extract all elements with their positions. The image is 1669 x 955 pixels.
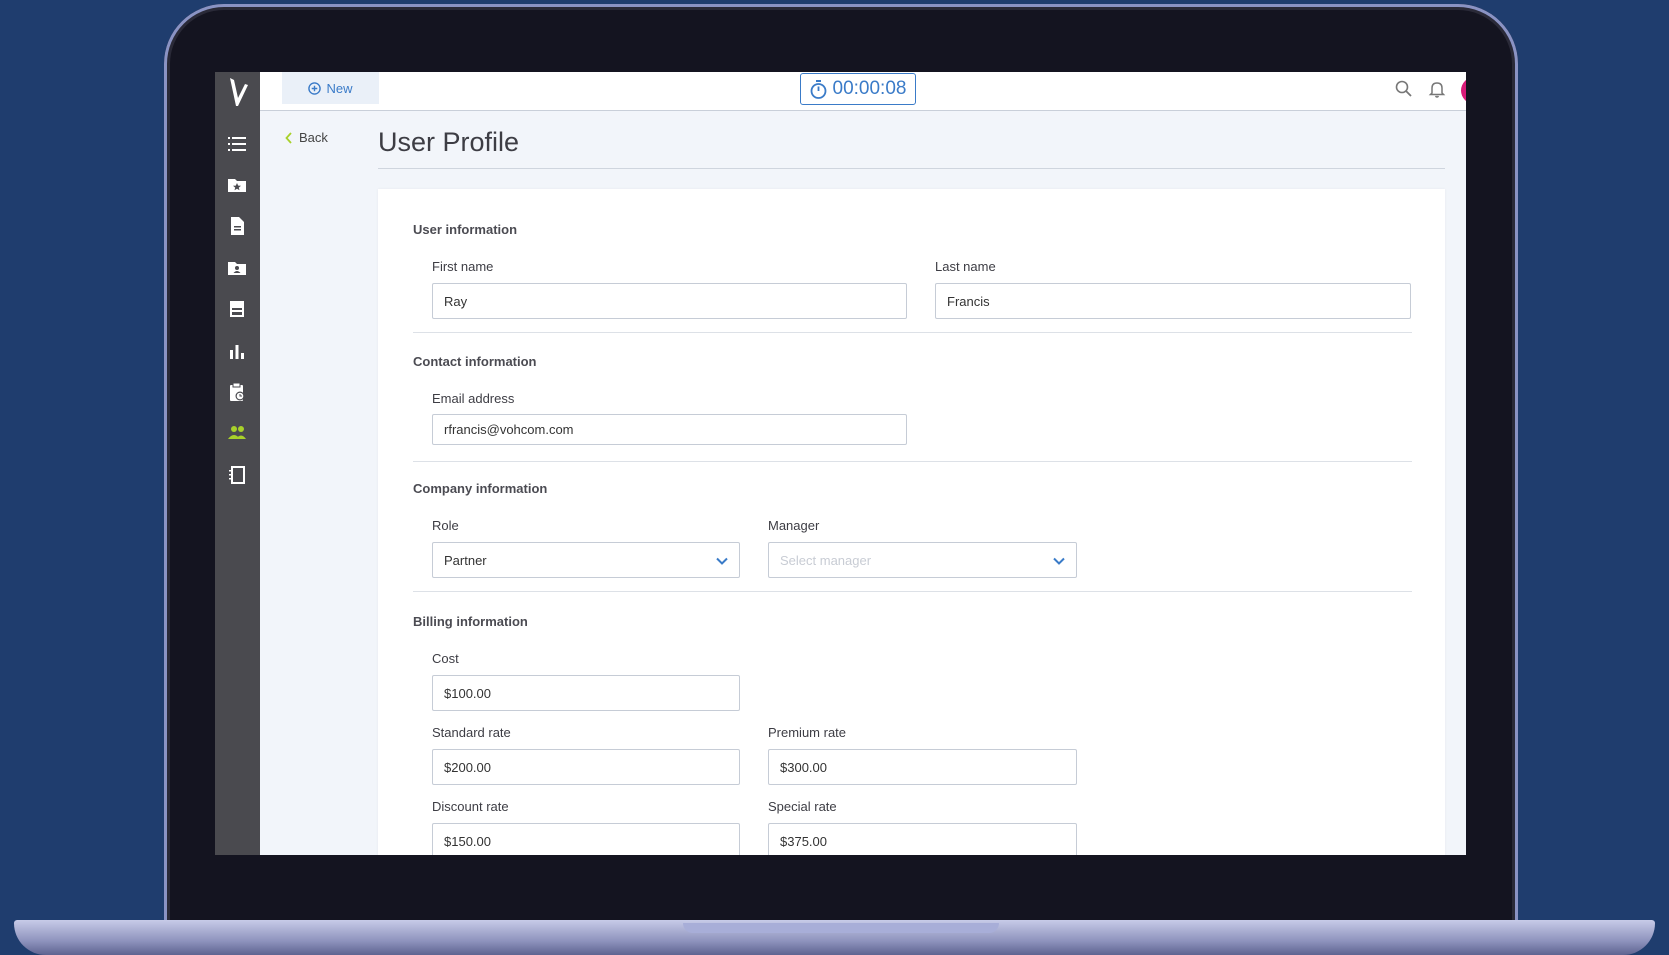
- page-title: User Profile: [378, 127, 520, 157]
- role-select-value: Partner: [444, 552, 487, 568]
- cost-label: Cost: [432, 651, 459, 666]
- bell-icon[interactable]: [1427, 79, 1447, 99]
- section-title-contact: Contact information: [413, 354, 537, 369]
- title-divider: [378, 168, 1445, 169]
- avatar[interactable]: RF: [1461, 77, 1466, 104]
- role-select[interactable]: Partner: [432, 542, 740, 578]
- premium-rate-label: Premium rate: [768, 725, 847, 740]
- laptop-notch: [683, 923, 999, 933]
- section-title-company: Company information: [413, 481, 548, 496]
- timer[interactable]: 00:00:08: [800, 73, 916, 105]
- last-name-label: Last name: [935, 259, 996, 274]
- first-name-label: First name: [432, 259, 494, 274]
- last-name-field[interactable]: Francis: [935, 283, 1411, 319]
- manager-select-placeholder: Select manager: [780, 552, 872, 568]
- section-title-user: User information: [413, 222, 518, 237]
- archive-icon[interactable]: [227, 299, 247, 319]
- special-rate-label: Special rate: [768, 799, 837, 814]
- chevron-down-icon: [1053, 557, 1065, 565]
- new-button-label: New: [326, 80, 353, 96]
- folder-user-icon[interactable]: [227, 258, 247, 278]
- list-icon[interactable]: [227, 134, 247, 154]
- back-label: Back: [299, 130, 328, 145]
- role-label: Role: [432, 518, 459, 533]
- standard-rate-label: Standard rate: [432, 725, 511, 740]
- discount-rate-label: Discount rate: [432, 799, 509, 814]
- section-divider: [413, 461, 1412, 462]
- cost-field[interactable]: $100.00: [432, 675, 740, 711]
- manager-select[interactable]: Select manager: [768, 542, 1077, 578]
- clipboard-clock-icon[interactable]: [227, 382, 247, 402]
- profile-card: User information First name Ray Last nam…: [378, 189, 1445, 855]
- timer-value: 00:00:08: [832, 78, 907, 99]
- chevron-left-icon: [285, 131, 292, 144]
- sidebar: [215, 72, 260, 855]
- chevron-down-icon: [716, 557, 728, 565]
- email-label: Email address: [432, 391, 515, 406]
- new-button[interactable]: New: [282, 72, 379, 104]
- app-logo-icon[interactable]: [225, 76, 251, 108]
- section-divider: [413, 591, 1412, 592]
- premium-rate-field[interactable]: $300.00: [768, 749, 1077, 785]
- email-field[interactable]: rfrancis@vohcom.com: [432, 414, 907, 445]
- top-bar: New 00:00:08 RF: [260, 72, 1466, 111]
- people-icon[interactable]: [227, 423, 247, 443]
- section-title-billing: Billing information: [413, 614, 528, 629]
- discount-rate-field[interactable]: $150.00: [432, 823, 740, 855]
- document-icon[interactable]: [227, 216, 247, 236]
- first-name-field[interactable]: Ray: [432, 283, 907, 319]
- back-link[interactable]: Back: [285, 130, 328, 145]
- plus-circle-icon: [308, 81, 322, 95]
- standard-rate-field[interactable]: $200.00: [432, 749, 740, 785]
- folder-star-icon[interactable]: [227, 175, 247, 195]
- special-rate-field[interactable]: $375.00: [768, 823, 1077, 855]
- notebook-icon[interactable]: [227, 465, 247, 485]
- search-icon[interactable]: [1394, 79, 1414, 99]
- bar-chart-icon[interactable]: [227, 341, 247, 361]
- app-screen: New 00:00:08 RF Back User Profile: [215, 72, 1466, 855]
- manager-label: Manager: [768, 518, 820, 533]
- stopwatch-icon: [810, 79, 826, 99]
- section-divider: [413, 332, 1412, 333]
